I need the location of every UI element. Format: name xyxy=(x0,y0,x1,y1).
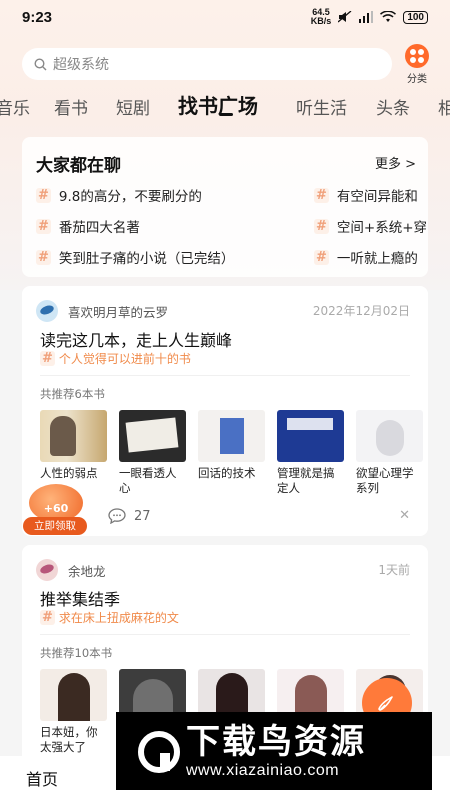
book-cover xyxy=(277,410,344,462)
book-item[interactable]: 回话的技术 xyxy=(198,410,265,481)
topic-item[interactable]: # 一听就上瘾的 xyxy=(314,247,418,267)
hash-icon: # xyxy=(40,351,55,366)
hash-icon: # xyxy=(40,610,55,625)
search-row: 超级系统 分类 xyxy=(22,44,432,85)
watermark-name: 下载鸟资源 xyxy=(186,722,366,762)
watermark-overlay: 下载鸟资源 www.xiazainiao.com xyxy=(116,712,432,790)
book-cover xyxy=(40,669,107,721)
post-date: 1天前 xyxy=(378,563,410,577)
tab-short-drama[interactable]: 短剧 xyxy=(116,94,150,119)
post-author[interactable]: 余地龙 xyxy=(36,559,106,581)
claim-now-label: 立即领取 xyxy=(23,517,87,535)
pen-icon xyxy=(378,696,393,711)
status-bar: 9:23 64.5 KB/s 100 xyxy=(0,0,450,34)
search-placeholder: 超级系统 xyxy=(53,57,109,73)
category-tabs: 音乐 看书 短剧 找书广场 听生活 头条 相 xyxy=(0,88,450,122)
topic-item[interactable]: # 有空间异能和 xyxy=(314,185,418,205)
topic-item[interactable]: # 番茄四大名著 xyxy=(36,216,140,236)
category-label: 分类 xyxy=(407,74,427,85)
search-input[interactable]: 超级系统 xyxy=(22,48,392,80)
hash-icon: # xyxy=(36,249,51,265)
hash-icon: # xyxy=(36,187,51,203)
tab-headlines[interactable]: 头条 xyxy=(376,94,410,119)
signal-icon xyxy=(359,11,374,23)
comment-button[interactable]: 27 xyxy=(108,508,151,524)
post-title: 推举集结季 xyxy=(40,590,121,609)
divider xyxy=(40,375,410,376)
hash-icon: # xyxy=(314,187,329,203)
book-title: 欲望心理学系列 xyxy=(356,466,414,495)
book-title: 日本妞，你太强大了 xyxy=(40,725,98,754)
book-cover xyxy=(119,410,186,462)
book-item[interactable]: 一眼看透人心 xyxy=(119,410,186,496)
active-tab-indicator xyxy=(219,113,233,116)
tab-more[interactable]: 相 xyxy=(438,94,450,119)
category-button[interactable]: 分类 xyxy=(402,44,432,85)
tab-music[interactable]: 音乐 xyxy=(0,94,30,119)
topic-item[interactable]: # 笑到肚子痛的小说（已完结） xyxy=(36,247,234,267)
book-cover xyxy=(40,410,107,462)
book-title: 回话的技术 xyxy=(198,466,256,480)
book-list: 人性的弱点 一眼看透人心 回话的技术 管理就是搞定人 欲望心理学系列 xyxy=(40,410,425,496)
watermark-url: www.xiazainiao.com xyxy=(186,762,340,779)
book-cover xyxy=(356,410,423,462)
topic-item[interactable]: # 空间+系统+穿 xyxy=(314,216,427,236)
hash-icon: # xyxy=(36,218,51,234)
recommend-count: 共推荐6本书 xyxy=(40,387,105,401)
reward-badge[interactable]: +60 立即领取 xyxy=(23,484,87,536)
status-time: 9:23 xyxy=(22,8,53,26)
book-item[interactable]: 欲望心理学系列 xyxy=(356,410,423,496)
battery-icon: 100 xyxy=(403,10,428,24)
more-link[interactable]: 更多 > xyxy=(375,153,416,172)
post-tag[interactable]: # 求在床上扭成麻花的文 xyxy=(40,609,179,626)
comment-icon xyxy=(108,508,126,524)
post-date: 2022年12月02日 xyxy=(312,304,410,318)
author-name: 余地龙 xyxy=(68,563,106,579)
tab-read[interactable]: 看书 xyxy=(54,94,88,119)
hash-icon: # xyxy=(314,218,329,234)
topic-item[interactable]: #9.8的高分，不要刷分的 xyxy=(36,185,202,205)
post-author[interactable]: 喜欢明月草的云罗 xyxy=(36,300,168,322)
trending-topics: #9.8的高分，不要刷分的 # 番茄四大名著 # 笑到肚子痛的小说（已完结） # 有空… xyxy=(36,185,428,275)
avatar xyxy=(36,559,58,581)
dismiss-icon[interactable]: ✕ xyxy=(399,508,410,523)
book-title: 一眼看透人心 xyxy=(119,466,177,495)
search-icon xyxy=(34,57,47,70)
hash-icon: # xyxy=(314,249,329,265)
status-indicators: 64.5 KB/s 100 xyxy=(311,8,428,26)
book-item[interactable]: 人性的弱点 xyxy=(40,410,107,481)
recommend-count: 共推荐10本书 xyxy=(40,646,113,660)
book-title: 人性的弱点 xyxy=(40,466,98,480)
book-item[interactable]: 日本妞，你太强大了 xyxy=(40,669,107,755)
watermark-logo-icon xyxy=(132,723,180,779)
tab-audio-life[interactable]: 听生活 xyxy=(296,94,347,119)
nav-home[interactable]: 首页 xyxy=(26,766,58,790)
post-title: 读完这几本，走上人生巅峰 xyxy=(40,331,233,350)
wifi-icon xyxy=(380,11,397,22)
book-cover xyxy=(198,410,265,462)
trending-title: 大家都在聊 xyxy=(36,156,121,176)
category-icon xyxy=(405,44,429,68)
avatar xyxy=(36,300,58,322)
network-speed: 64.5 KB/s xyxy=(310,7,332,26)
mute-icon xyxy=(338,11,352,23)
trending-chat-card: 大家都在聊 更多 > #9.8的高分，不要刷分的 # 番茄四大名著 # 笑到肚子痛的… xyxy=(22,137,428,277)
author-name: 喜欢明月草的云罗 xyxy=(68,304,169,320)
comment-count: 27 xyxy=(134,508,151,524)
tab-find-books[interactable]: 找书广场 xyxy=(178,90,258,119)
book-item[interactable]: 管理就是搞定人 xyxy=(277,410,344,496)
book-title: 管理就是搞定人 xyxy=(277,466,335,495)
divider xyxy=(40,634,410,635)
post-tag[interactable]: # 个人觉得可以进前十的书 xyxy=(40,350,191,367)
